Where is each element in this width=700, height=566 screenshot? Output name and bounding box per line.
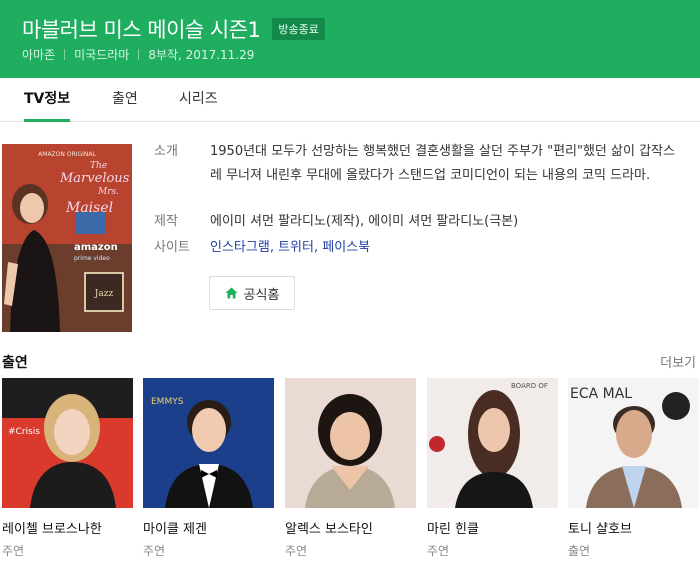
cast-role: 주연: [285, 544, 308, 558]
cast-card[interactable]: 알렉스 보스타인 주연: [285, 378, 416, 559]
meta-divider: [64, 49, 66, 60]
poster-logo-line: Mrs.: [97, 187, 119, 197]
site-separator: ,: [269, 240, 279, 255]
poster-image[interactable]: Jazz AMAZON ORIGINAL The Marvelous Mrs. …: [2, 144, 132, 332]
meta-row: 아마존 미국드라마 8부작, 2017.11.29: [22, 46, 254, 63]
home-icon: [225, 287, 238, 299]
twitter-link[interactable]: 트위터: [278, 240, 314, 255]
intro-text: 1950년대 모두가 선망하는 행복했던 결혼생활을 살던 주부가 "편리"했던…: [210, 144, 675, 183]
meta-network: 아마존: [22, 48, 56, 62]
cast-name[interactable]: 알렉스 보스타인: [285, 518, 416, 537]
instagram-link[interactable]: 인스타그램: [210, 240, 270, 255]
poster-logo-line: Marvelous: [59, 171, 130, 186]
tab-bar: TV정보 출연 시리즈: [0, 78, 700, 122]
tab-cast[interactable]: 출연: [112, 78, 138, 122]
meta-divider: [138, 49, 140, 60]
cast-card[interactable]: EMMYS 마이클 제겐 주연: [143, 378, 274, 559]
cast-card[interactable]: #Crisis 레이첼 브로스나한 주연: [2, 378, 133, 559]
official-home-button[interactable]: 공식홈: [209, 276, 295, 310]
meta-episodes-date: 8부작, 2017.11.29: [148, 48, 255, 62]
cast-card[interactable]: ECA MAL 토니 샬호브 출연: [568, 378, 699, 559]
tab-series[interactable]: 시리즈: [179, 78, 218, 122]
facebook-link[interactable]: 페이스북: [322, 240, 370, 255]
production-text: 에이미 셔먼 팔라디노(제작), 에이미 셔먼 팔라디노(극본): [210, 214, 519, 229]
site-label: 사이트: [154, 240, 190, 255]
official-home-label: 공식홈: [243, 287, 280, 303]
poster-sign-text: Jazz: [94, 289, 114, 299]
tab-tv-info[interactable]: TV정보: [24, 78, 71, 122]
cast-card[interactable]: BOARD OF 마린 힌클 주연: [427, 378, 558, 559]
site-links: 인스타그램, 트위터, 페이스북: [210, 236, 680, 260]
site-separator: ,: [313, 240, 323, 255]
cast-photo[interactable]: EMMYS: [143, 378, 274, 508]
poster-logo-line: Maisel: [65, 200, 113, 216]
cast-photo[interactable]: [285, 378, 416, 508]
cast-photo[interactable]: BOARD OF: [427, 378, 558, 508]
cast-name[interactable]: 레이첼 브로스나한: [2, 518, 133, 537]
cast-photo[interactable]: ECA MAL: [568, 378, 699, 508]
title-header: 마블러브 미스 메이슬 시즌1 방송종료 아마존 미국드라마 8부작, 2017…: [0, 0, 700, 78]
poster-brand-text: AMAZON ORIGINAL: [38, 151, 96, 158]
intro-label: 소개: [154, 144, 178, 159]
cast-role: 주연: [427, 544, 450, 558]
cast-photo-text: BOARD OF: [511, 382, 548, 390]
cast-name[interactable]: 토니 샬호브: [568, 518, 699, 537]
meta-genre: 미국드라마: [74, 48, 130, 62]
cast-photo-text: EMMYS: [151, 397, 184, 407]
title-row: 마블러브 미스 메이슬 시즌1 방송종료: [22, 14, 325, 44]
poster-prime-text: prime video: [74, 255, 110, 262]
cast-role: 주연: [143, 544, 166, 558]
page-title[interactable]: 마블러브 미스 메이슬 시즌1: [22, 14, 261, 44]
more-link[interactable]: 더보기: [660, 352, 696, 371]
cast-role: 주연: [2, 544, 25, 558]
production-label: 제작: [154, 214, 178, 229]
cast-photo-text: #Crisis: [8, 427, 40, 437]
cast-name[interactable]: 마이클 제겐: [143, 518, 274, 537]
cast-role: 출연: [568, 544, 591, 558]
cast-photo-text: ECA MAL: [570, 386, 632, 402]
cast-photo[interactable]: #Crisis: [2, 378, 133, 508]
poster-logo-line: The: [90, 161, 107, 171]
status-badge: 방송종료: [272, 18, 325, 40]
poster-amazon-text: amazon: [74, 242, 118, 253]
cast-name[interactable]: 마린 힌클: [427, 518, 558, 537]
cast-section-title: 출연: [2, 355, 28, 371]
